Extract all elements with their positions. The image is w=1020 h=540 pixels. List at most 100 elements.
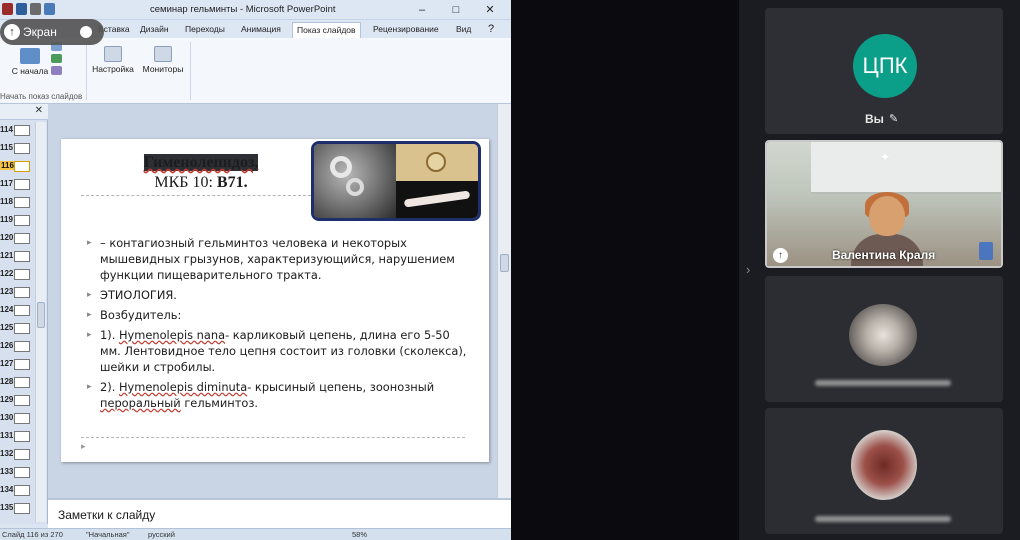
thumbnail-item[interactable]: 135 <box>0 500 34 518</box>
thumbnail-preview <box>14 179 30 190</box>
monitors-button[interactable]: Мониторы <box>138 46 188 74</box>
thumbnails-scrollbar[interactable] <box>35 122 46 522</box>
thumbnail-item[interactable]: 116 <box>0 158 34 176</box>
thumbnail-item[interactable]: 121 <box>0 248 34 266</box>
chevron-right-icon[interactable]: › <box>746 262 750 277</box>
bullet-item: ▸ ЭТИОЛОГИЯ. <box>87 287 472 303</box>
title-bar: семинар гельминты - Microsoft PowerPoint… <box>0 0 511 20</box>
placeholder-arrow-icon: ▸ <box>81 441 86 451</box>
setup-button[interactable]: Настройка <box>90 46 136 74</box>
slide-canvas[interactable]: Гименолепидоз, МКБ 10: B71. ▸ – контагио… <box>61 139 489 462</box>
small-icons[interactable] <box>48 42 64 77</box>
thumbnail-number: 121 <box>0 251 14 260</box>
bullet-text: 2). <box>100 380 119 394</box>
speaker-tile[interactable]: ✦ ↑ Валентина Краля <box>765 140 1003 268</box>
from-start-button[interactable]: С начала <box>6 48 54 76</box>
thumbnail-item[interactable]: 132 <box>0 446 34 464</box>
thumbnail-item[interactable]: 123 <box>0 284 34 302</box>
thumbnails-header: ✕ <box>0 104 48 120</box>
tab-slide-show[interactable]: Показ слайдов <box>292 22 361 38</box>
zoom-level[interactable]: 58% <box>352 530 367 539</box>
thumbnail-item[interactable]: 118 <box>0 194 34 212</box>
tab-design[interactable]: Дизайн <box>136 22 173 38</box>
redo-icon[interactable] <box>44 3 55 15</box>
group-separator <box>190 42 191 100</box>
egg-image <box>396 144 478 181</box>
toggle-icon[interactable] <box>80 26 92 38</box>
slide-body[interactable]: ▸ – контагиозный гельминтоз человека и н… <box>87 235 472 415</box>
thumbnail-item[interactable]: 128 <box>0 374 34 392</box>
speaker-name: Валентина Краля <box>832 248 936 262</box>
close-button[interactable]: ✕ <box>473 2 507 18</box>
thumbnail-item[interactable]: 129 <box>0 392 34 410</box>
notes-pane[interactable]: Заметки к слайду <box>48 498 511 528</box>
participant-tile[interactable] <box>765 408 1003 534</box>
thumbnail-item[interactable]: 126 <box>0 338 34 356</box>
thumbnail-number: 127 <box>0 359 14 368</box>
thumbnail-number: 119 <box>0 215 13 224</box>
pin-icon[interactable]: ✦ <box>880 150 890 164</box>
whiteboard-shape <box>811 142 1001 194</box>
thumbnail-item[interactable]: 120 <box>0 230 34 248</box>
camera-icon <box>979 242 993 260</box>
maximize-button[interactable]: □ <box>439 2 473 18</box>
thumbnail-preview <box>14 215 30 226</box>
scroll-thumb[interactable] <box>37 302 45 328</box>
language[interactable]: русский <box>148 530 175 539</box>
thumbnail-item[interactable]: 114 <box>0 122 34 140</box>
thumbnail-preview <box>14 305 30 316</box>
thumbnail-number: 126 <box>0 341 14 350</box>
worm-image <box>396 181 478 218</box>
theme-name: "Начальная" <box>86 530 130 539</box>
powerpoint-window: семинар гельминты - Microsoft PowerPoint… <box>0 0 511 540</box>
setup-label: Настройка <box>92 64 134 74</box>
title-placeholder-border <box>81 195 311 196</box>
tab-review[interactable]: Рецензирование <box>369 22 443 38</box>
self-tile[interactable]: ЦПК Вы ✎ <box>765 8 1003 134</box>
sucker-shape <box>330 156 352 178</box>
thumbnail-item[interactable]: 130 <box>0 410 34 428</box>
thumbnail-item[interactable]: 124 <box>0 302 34 320</box>
bullet-marker-icon: ▸ <box>87 238 92 248</box>
tab-animation[interactable]: Анимация <box>237 22 285 38</box>
bullet-text: – контагиозный гельминтоз человека и нек… <box>100 236 455 282</box>
thumbnail-number: 132 <box>0 449 14 458</box>
quick-access-toolbar <box>2 3 55 15</box>
close-pane-icon[interactable]: ✕ <box>35 105 43 116</box>
custom-show-icon <box>50 66 62 75</box>
thumbnail-item[interactable]: 117 <box>0 176 34 194</box>
title-line1: Гименолепидоз, <box>143 154 259 171</box>
sucker-shape <box>346 178 364 196</box>
app-icon[interactable] <box>2 3 13 15</box>
thumbnail-preview <box>14 161 30 172</box>
upload-icon: ↑ <box>773 248 788 263</box>
screen-share-pill[interactable]: ↑ Экран <box>0 19 104 45</box>
thumbnail-item[interactable]: 115 <box>0 140 34 158</box>
thumbnail-item[interactable]: 122 <box>0 266 34 284</box>
thumbnail-item[interactable]: 125 <box>0 320 34 338</box>
status-bar: Слайд 116 из 270 "Начальная" русский 58% <box>0 528 511 540</box>
scroll-thumb[interactable] <box>500 254 509 272</box>
bullet-marker-icon: ▸ <box>87 382 92 392</box>
title-line2-b: B71. <box>216 174 248 191</box>
thumbnail-item[interactable]: 134 <box>0 482 34 500</box>
undo-icon[interactable] <box>30 3 41 15</box>
save-icon[interactable] <box>16 3 27 15</box>
editor-scrollbar[interactable] <box>497 104 511 498</box>
scolex-image <box>314 144 396 218</box>
participant-tile[interactable] <box>765 276 1003 402</box>
thumbnail-item[interactable]: 133 <box>0 464 34 482</box>
group-label: Начать показ слайдов <box>0 92 83 101</box>
parasite-images[interactable] <box>311 141 481 221</box>
thumbnail-item[interactable]: 131 <box>0 428 34 446</box>
minimize-button[interactable]: – <box>405 2 439 18</box>
thumbnail-number: 125 <box>0 323 14 332</box>
thumbnail-item[interactable]: 119 <box>0 212 34 230</box>
tab-transitions[interactable]: Переходы <box>181 22 229 38</box>
help-icon[interactable]: ? <box>484 22 498 38</box>
screen-share-label: Экран <box>23 25 57 39</box>
tab-view[interactable]: Вид <box>452 22 475 38</box>
slide-title[interactable]: Гименолепидоз, МКБ 10: B71. <box>81 153 321 193</box>
thumbnail-item[interactable]: 127 <box>0 356 34 374</box>
slide-thumbnails-pane: ✕ 114 115 116 117 118 119 120 121 122 123 124 125 12… <box>0 104 48 524</box>
